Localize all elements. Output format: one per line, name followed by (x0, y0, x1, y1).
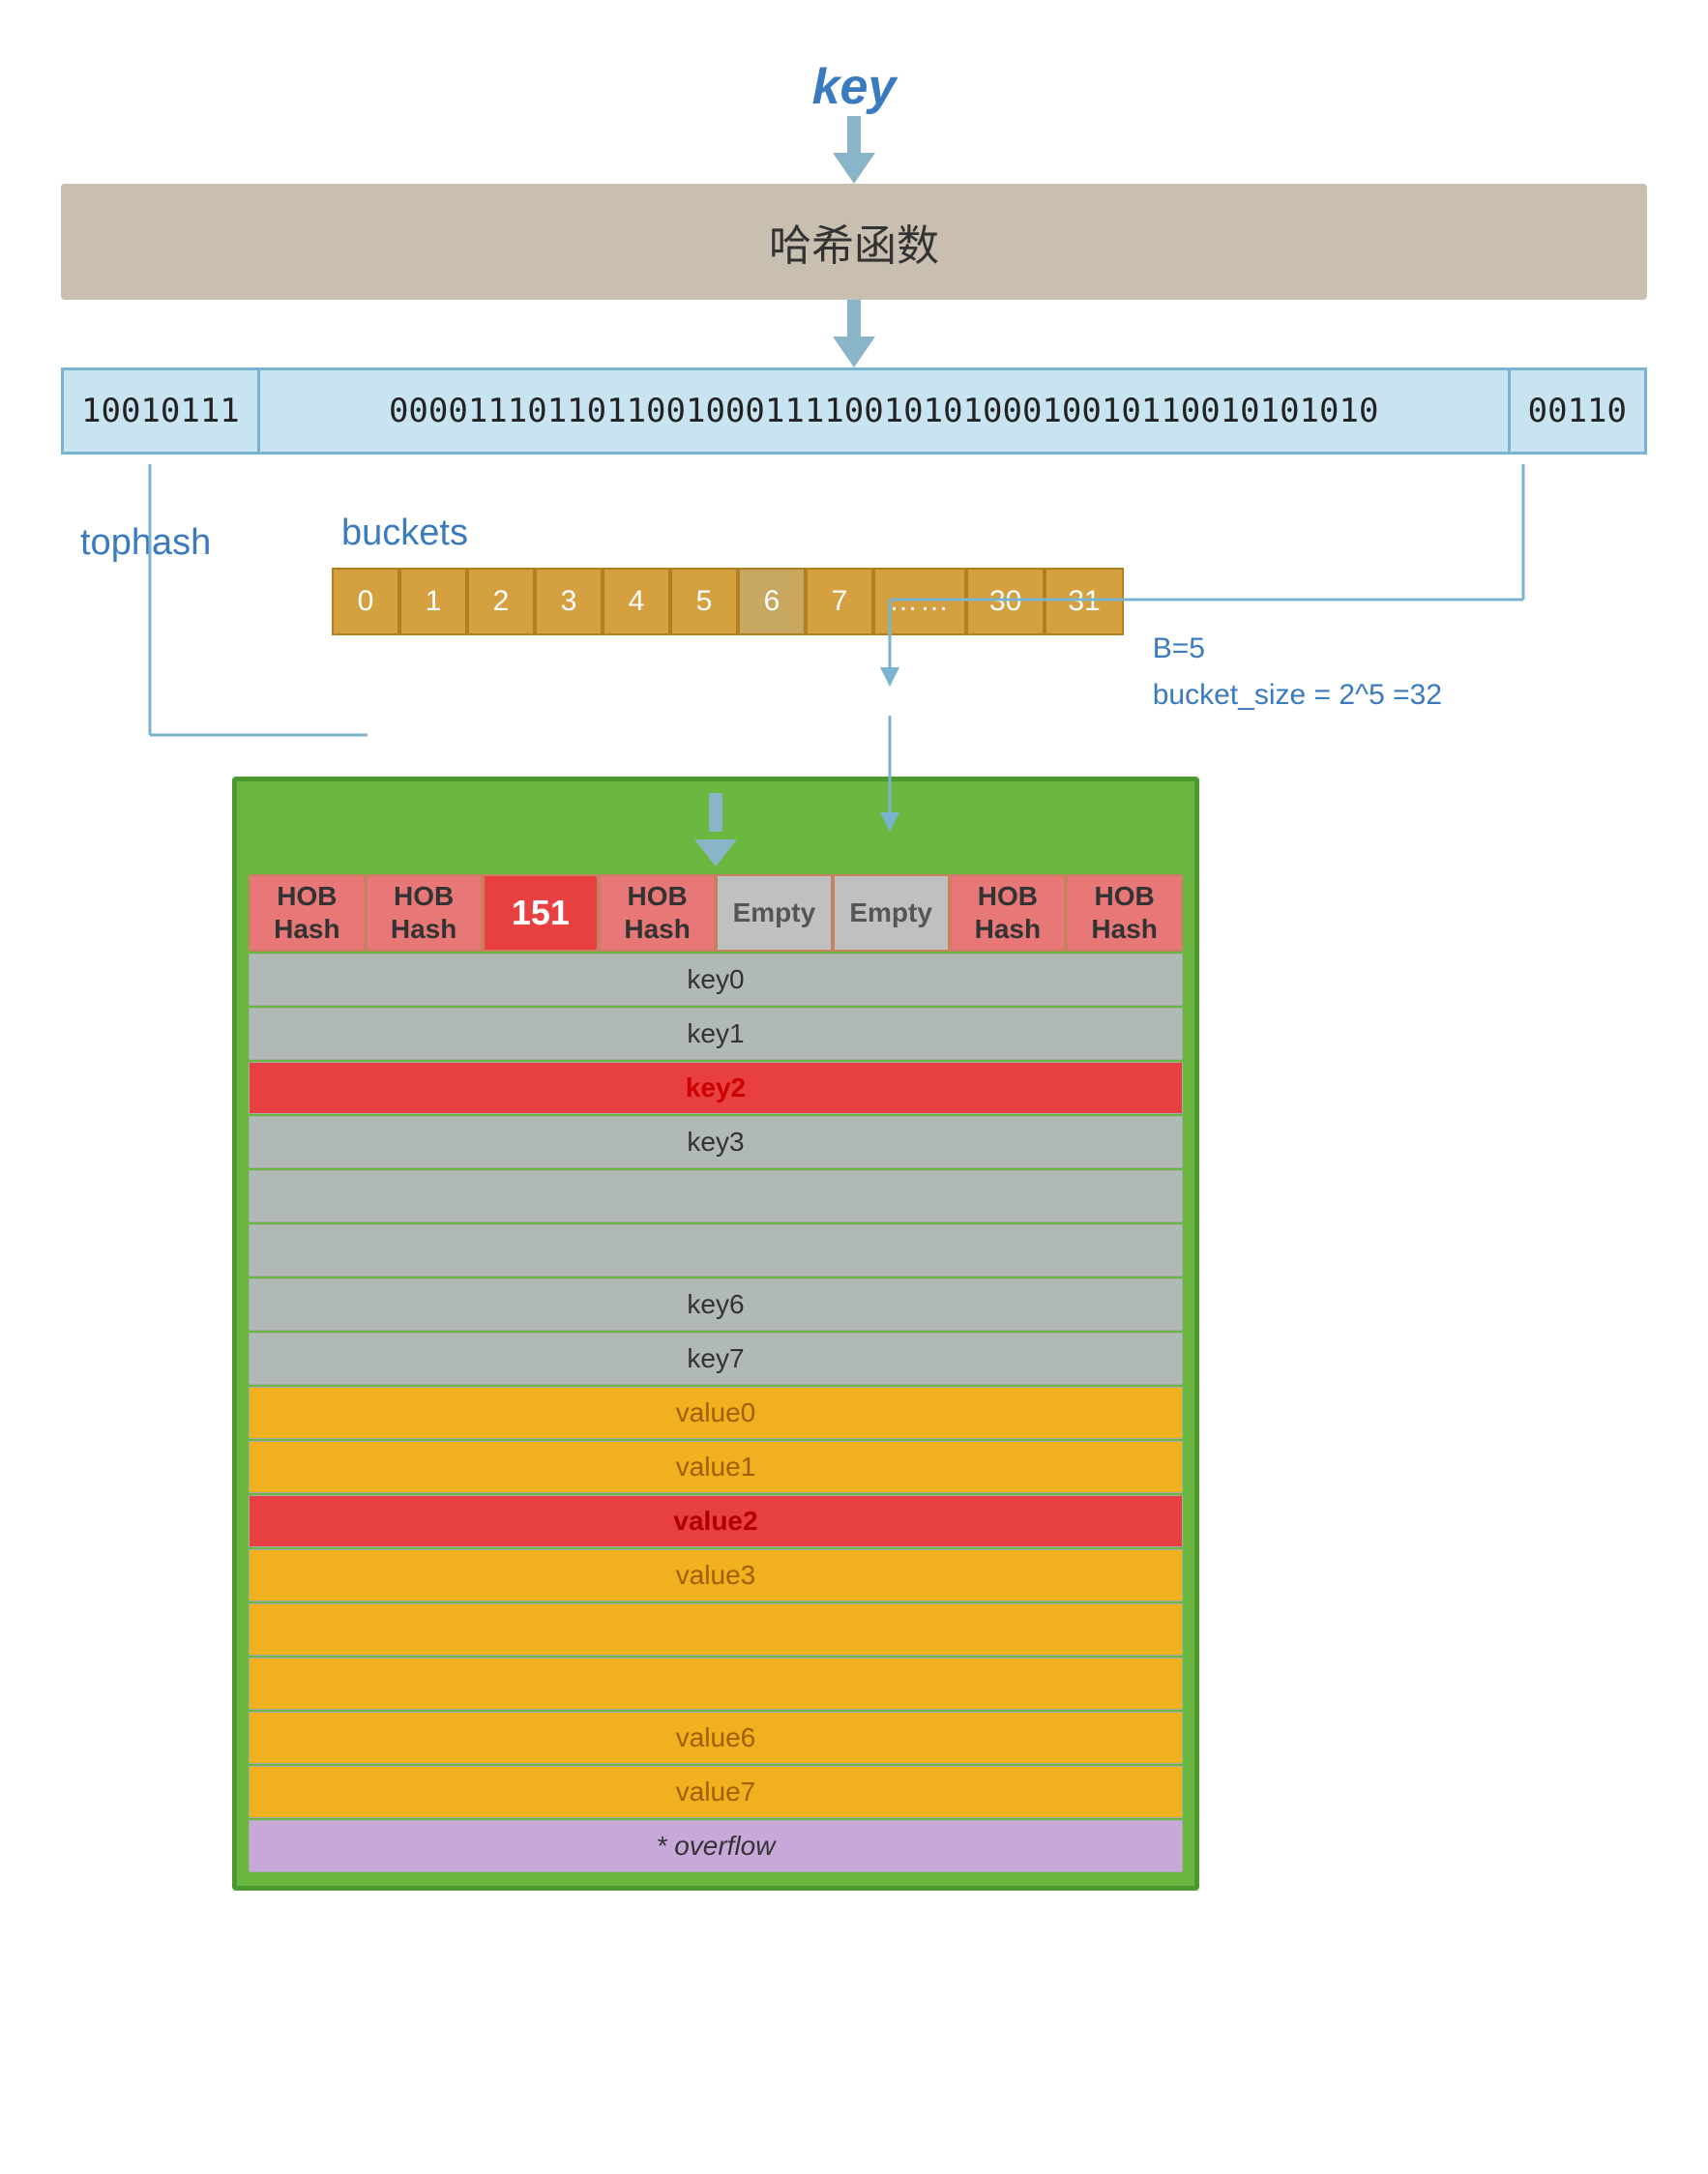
th-cell-4-empty: Empty (716, 874, 833, 952)
key-row-7: key7 (249, 1333, 1183, 1385)
binary-left: 10010111 (64, 370, 260, 452)
value-row-0: value0 (249, 1387, 1183, 1439)
value-row-4 (249, 1603, 1183, 1656)
key-row-1: key1 (249, 1008, 1183, 1060)
binary-middle: 0000111011011001000111100101010001001011… (260, 370, 1511, 452)
bucket-5: 5 (670, 568, 738, 635)
binary-right: 00110 (1511, 370, 1644, 452)
bucket-3: 3 (535, 568, 603, 635)
buckets-row: 0 1 2 3 4 5 6 7 …… 30 31 (332, 568, 1124, 635)
value-row-5 (249, 1658, 1183, 1710)
key-label: key (58, 39, 1650, 116)
overflow-row: * overflow (249, 1820, 1183, 1872)
key-row-3: key3 (249, 1116, 1183, 1168)
hash-function-box: 哈希函数 (61, 184, 1647, 300)
bucket-size-value: bucket_size = 2^5 =32 (1153, 672, 1442, 719)
b-value: B=5 (1153, 626, 1205, 672)
value-row-3: value3 (249, 1549, 1183, 1601)
key-row-6: key6 (249, 1278, 1183, 1331)
bucket-31: 31 (1045, 568, 1123, 635)
tophash-cells-row: HOBHash HOBHash 151 HOBHash Empty Empty … (249, 874, 1183, 952)
bucket-2: 2 (467, 568, 535, 635)
th-cell-5-empty: Empty (833, 874, 950, 952)
th-cell-7: HOBHash (1066, 874, 1183, 952)
th-cell-1: HOBHash (366, 874, 483, 952)
arrow-to-binary (61, 300, 1647, 367)
bucket-detail-container: HOBHash HOBHash 151 HOBHash Empty Empty … (232, 777, 1199, 1891)
buckets-section: buckets 0 1 2 3 4 5 6 7 …… 30 31 (332, 513, 1647, 719)
key-row-0: key0 (249, 954, 1183, 1006)
bucket-30: 30 (966, 568, 1045, 635)
bucket-7: 7 (806, 568, 873, 635)
bucket-0: 0 (332, 568, 399, 635)
th-cell-3: HOBHash (599, 874, 716, 952)
buckets-label: buckets (341, 513, 1647, 554)
binary-output-row: 10010111 0000111011011001000111100101010… (61, 367, 1647, 455)
key-row-5 (249, 1224, 1183, 1277)
value-row-1: value1 (249, 1441, 1183, 1493)
arrow-to-hash (58, 116, 1650, 184)
bucket-size-info: B=5 bucket_size = 2^5 =32 (1153, 626, 1442, 719)
bucket-1: 1 (399, 568, 467, 635)
bucket-4: 4 (603, 568, 670, 635)
tophash-label: tophash (61, 522, 274, 564)
th-cell-0: HOBHash (249, 874, 366, 952)
th-cell-2-highlighted: 151 (483, 874, 600, 952)
value-row-7: value7 (249, 1766, 1183, 1818)
bucket-6: 6 (738, 568, 806, 635)
th-cell-6: HOBHash (950, 874, 1067, 952)
key-row-2: key2 (249, 1062, 1183, 1114)
value-row-2: value2 (249, 1495, 1183, 1547)
key-row-4 (249, 1170, 1183, 1222)
value-row-6: value6 (249, 1712, 1183, 1764)
bucket-dots: …… (873, 568, 966, 635)
